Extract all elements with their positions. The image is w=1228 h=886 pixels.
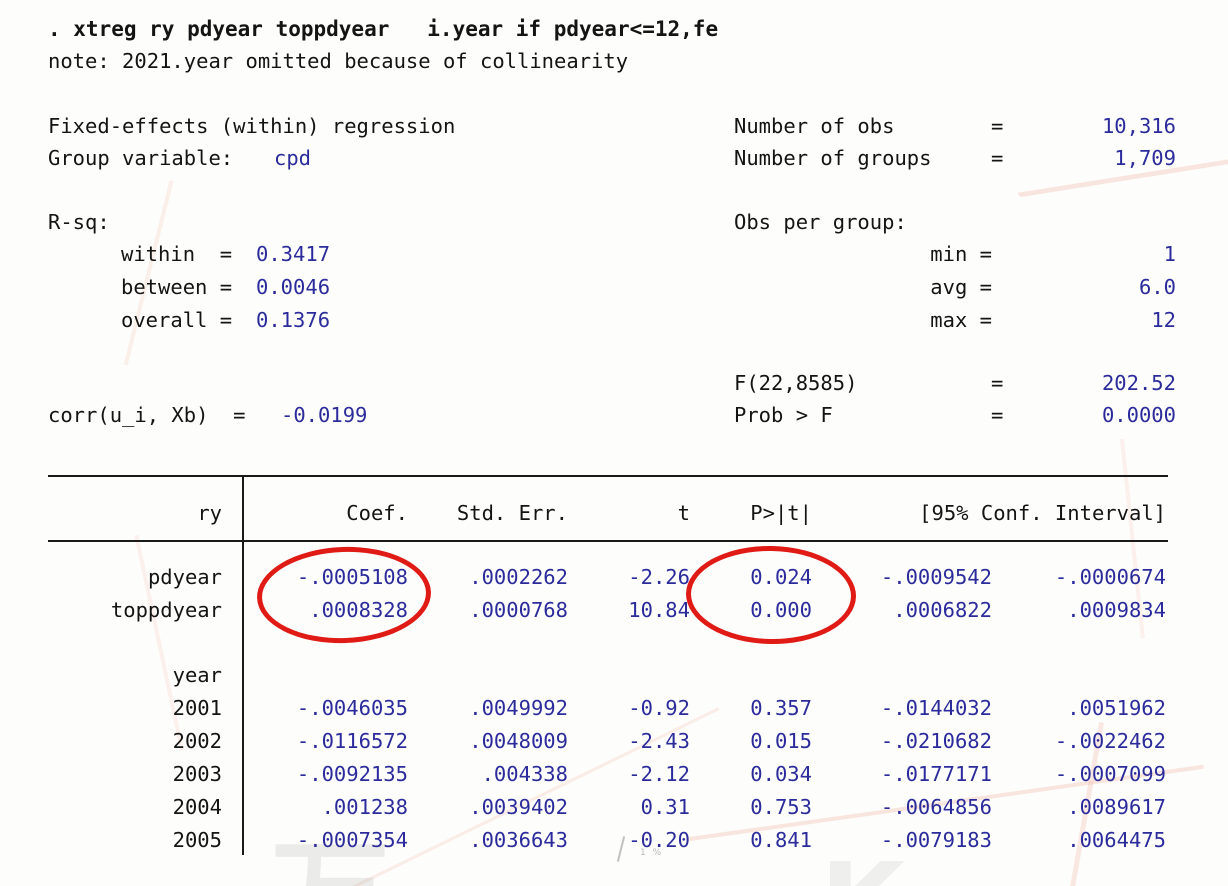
table-cell-t-toppdyear: 10.84 [628,598,690,622]
f-statistic-equals: = [991,371,1004,395]
table-cell-t-2002: -2.43 [628,729,690,753]
table-row-label-pdyear: pdyear [147,565,222,589]
table-cell-stderr-toppdyear: .0000768 [469,598,568,622]
table-row-label-toppdyear: toppdyear [110,598,222,622]
table-cell-ci-high-toppdyear: .0009834 [1067,598,1166,622]
table-vertical-divider [242,477,244,855]
table-cell-t-2001: -0.92 [628,696,690,720]
nobs-label: Number of obs [734,114,895,138]
watermark-pink-shape-2 [923,0,1177,78]
model-title: Fixed-effects (within) regression [48,114,456,138]
table-cell-t-2004: 0.31 [640,795,690,819]
table-row-label-2003: 2003 [172,762,222,786]
rsq-between-value: 0.0046 [256,275,331,299]
stata-output-screenshot: 万 K 1 % . xtreg ry pdyear toppdyear i.ye… [0,0,1228,886]
table-group-label-year: year [172,663,222,687]
table-cell-p-2001: 0.357 [750,696,812,720]
rsq-between-label: between = [121,275,233,299]
table-cell-t-2003: -2.12 [628,762,690,786]
rsq-within-value: 0.3417 [256,242,331,266]
table-cell-coef-2003: -.0092135 [296,762,408,786]
ngroups-value: 1,709 [1114,146,1176,170]
obs-avg-value: 6.0 [1138,275,1176,299]
table-cell-coef-2005: -.0007354 [296,828,408,852]
ngroups-label: Number of groups [734,146,932,170]
f-statistic-label: F(22,8585) [734,371,858,395]
table-cell-stderr-2005: .0036643 [469,828,568,852]
p-value-highlight-ellipse [685,544,857,646]
table-cell-ci-low-toppdyear: .0006822 [893,598,992,622]
obs-min-label: min = [930,242,992,266]
table-cell-ci-high-pdyear: -.0000674 [1054,565,1166,589]
nobs-equals: = [991,114,1004,138]
table-cell-stderr-2001: .0049992 [469,696,568,720]
table-cell-stderr-pdyear: .0002262 [469,565,568,589]
table-cell-ci-low-2004: -.0064856 [880,795,992,819]
table-cell-t-2005: -0.20 [628,828,690,852]
obs-max-value: 12 [1151,308,1176,332]
table-header-t: t [677,501,690,525]
rsq-label: R-sq: [48,210,110,234]
corr-value: -0.0199 [281,403,368,427]
table-header-conf-interval: [95% Conf. Interval] [919,501,1166,525]
coefficient-highlight-ellipse [255,543,433,647]
table-cell-stderr-2004: .0039402 [469,795,568,819]
table-cell-ci-low-2003: -.0177171 [880,762,992,786]
prob-f-equals: = [991,403,1004,427]
table-cell-ci-low-2001: -.0144032 [880,696,992,720]
table-row-label-2001: 2001 [172,696,222,720]
table-cell-ci-high-2005: .0064475 [1067,828,1166,852]
table-cell-ci-low-2005: -.0079183 [880,828,992,852]
corr-label: corr(u_i, Xb) = [48,403,246,427]
obs-per-group-label: Obs per group: [734,210,907,234]
rsq-overall-label: overall = [121,308,233,332]
table-cell-p-2002: 0.015 [750,729,812,753]
table-cell-stderr-2002: .0048009 [469,729,568,753]
table-cell-ci-high-2001: .0051962 [1067,696,1166,720]
ngroups-equals: = [991,146,1004,170]
prob-f-value: 0.0000 [1101,403,1176,427]
group-variable-value: cpd [274,146,312,170]
table-cell-stderr-2003: .004338 [481,762,568,786]
table-top-rule [48,475,1168,477]
table-cell-t-pdyear: -2.26 [628,565,690,589]
obs-max-label: max = [930,308,992,332]
rsq-within-label: within = [121,242,233,266]
command-line: . xtreg ry pdyear toppdyear i.year if pd… [48,17,719,41]
table-cell-ci-high-2002: -.0022462 [1054,729,1166,753]
table-cell-ci-low-pdyear: -.0009542 [880,565,992,589]
table-cell-coef-2004: .001238 [321,795,408,819]
table-cell-p-2004: 0.753 [750,795,812,819]
table-row-label-2004: 2004 [172,795,222,819]
table-header-p: P>|t| [750,501,812,525]
table-cell-ci-high-2003: -.0007099 [1054,762,1166,786]
table-header-coef: Coef. [346,501,408,525]
f-statistic-value: 202.52 [1101,371,1176,395]
table-cell-ci-high-2004: .0089617 [1067,795,1166,819]
table-cell-p-2003: 0.034 [750,762,812,786]
table-header-depvar: ry [197,501,222,525]
table-cell-p-2005: 0.841 [750,828,812,852]
obs-avg-label: avg = [930,275,992,299]
prob-f-label: Prob > F [734,403,833,427]
collinearity-note: note: 2021.year omitted because of colli… [48,49,629,73]
table-cell-coef-2002: -.0116572 [296,729,408,753]
table-cell-ci-low-2002: -.0210682 [880,729,992,753]
obs-min-value: 1 [1163,242,1176,266]
table-row-label-2005: 2005 [172,828,222,852]
watermark-gray-logo-secondary: K [820,848,905,886]
table-row-label-2002: 2002 [172,729,222,753]
nobs-value: 10,316 [1101,114,1176,138]
group-variable-label: Group variable: [48,146,234,170]
table-cell-coef-2001: -.0046035 [296,696,408,720]
table-header-stderr: Std. Err. [456,501,568,525]
table-header-rule [48,540,1168,542]
rsq-overall-value: 0.1376 [256,308,331,332]
